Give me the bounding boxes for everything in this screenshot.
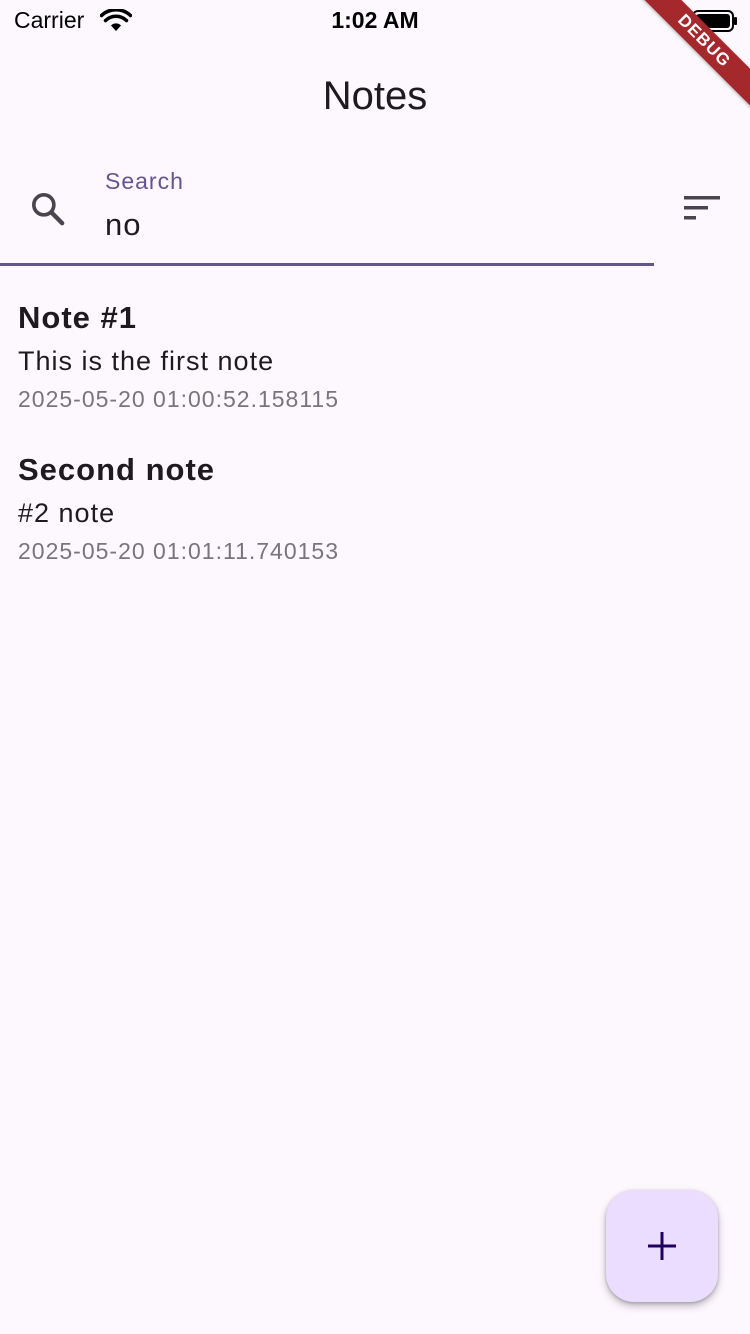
search-field[interactable]: Search no <box>0 155 654 266</box>
app-bar: Notes <box>0 60 750 136</box>
note-date: 2025-05-20 01:01:11.740153 <box>18 538 340 564</box>
search-label: Search <box>105 168 184 194</box>
sort-icon <box>684 196 720 220</box>
search-input[interactable]: no <box>105 207 141 243</box>
add-note-button[interactable] <box>606 1190 718 1302</box>
note-list-item[interactable]: Second note #2 note 2025-05-20 01:01:11.… <box>0 442 750 594</box>
status-bar: Carrier 1:02 AM <box>0 0 750 42</box>
note-title: Note #1 <box>18 300 137 335</box>
note-list-item[interactable]: Note #1 This is the first note 2025-05-2… <box>0 290 750 442</box>
sort-button[interactable] <box>680 191 724 227</box>
note-date: 2025-05-20 01:00:52.158115 <box>18 386 340 412</box>
note-list: Note #1 This is the first note 2025-05-2… <box>0 290 750 594</box>
search-icon <box>32 193 65 226</box>
note-title: Second note <box>18 452 216 487</box>
plus-icon <box>648 1232 676 1260</box>
page-title: Notes <box>322 74 428 118</box>
note-body: #2 note <box>18 498 116 528</box>
clock: 1:02 AM <box>331 7 419 33</box>
note-body: This is the first note <box>18 346 275 376</box>
